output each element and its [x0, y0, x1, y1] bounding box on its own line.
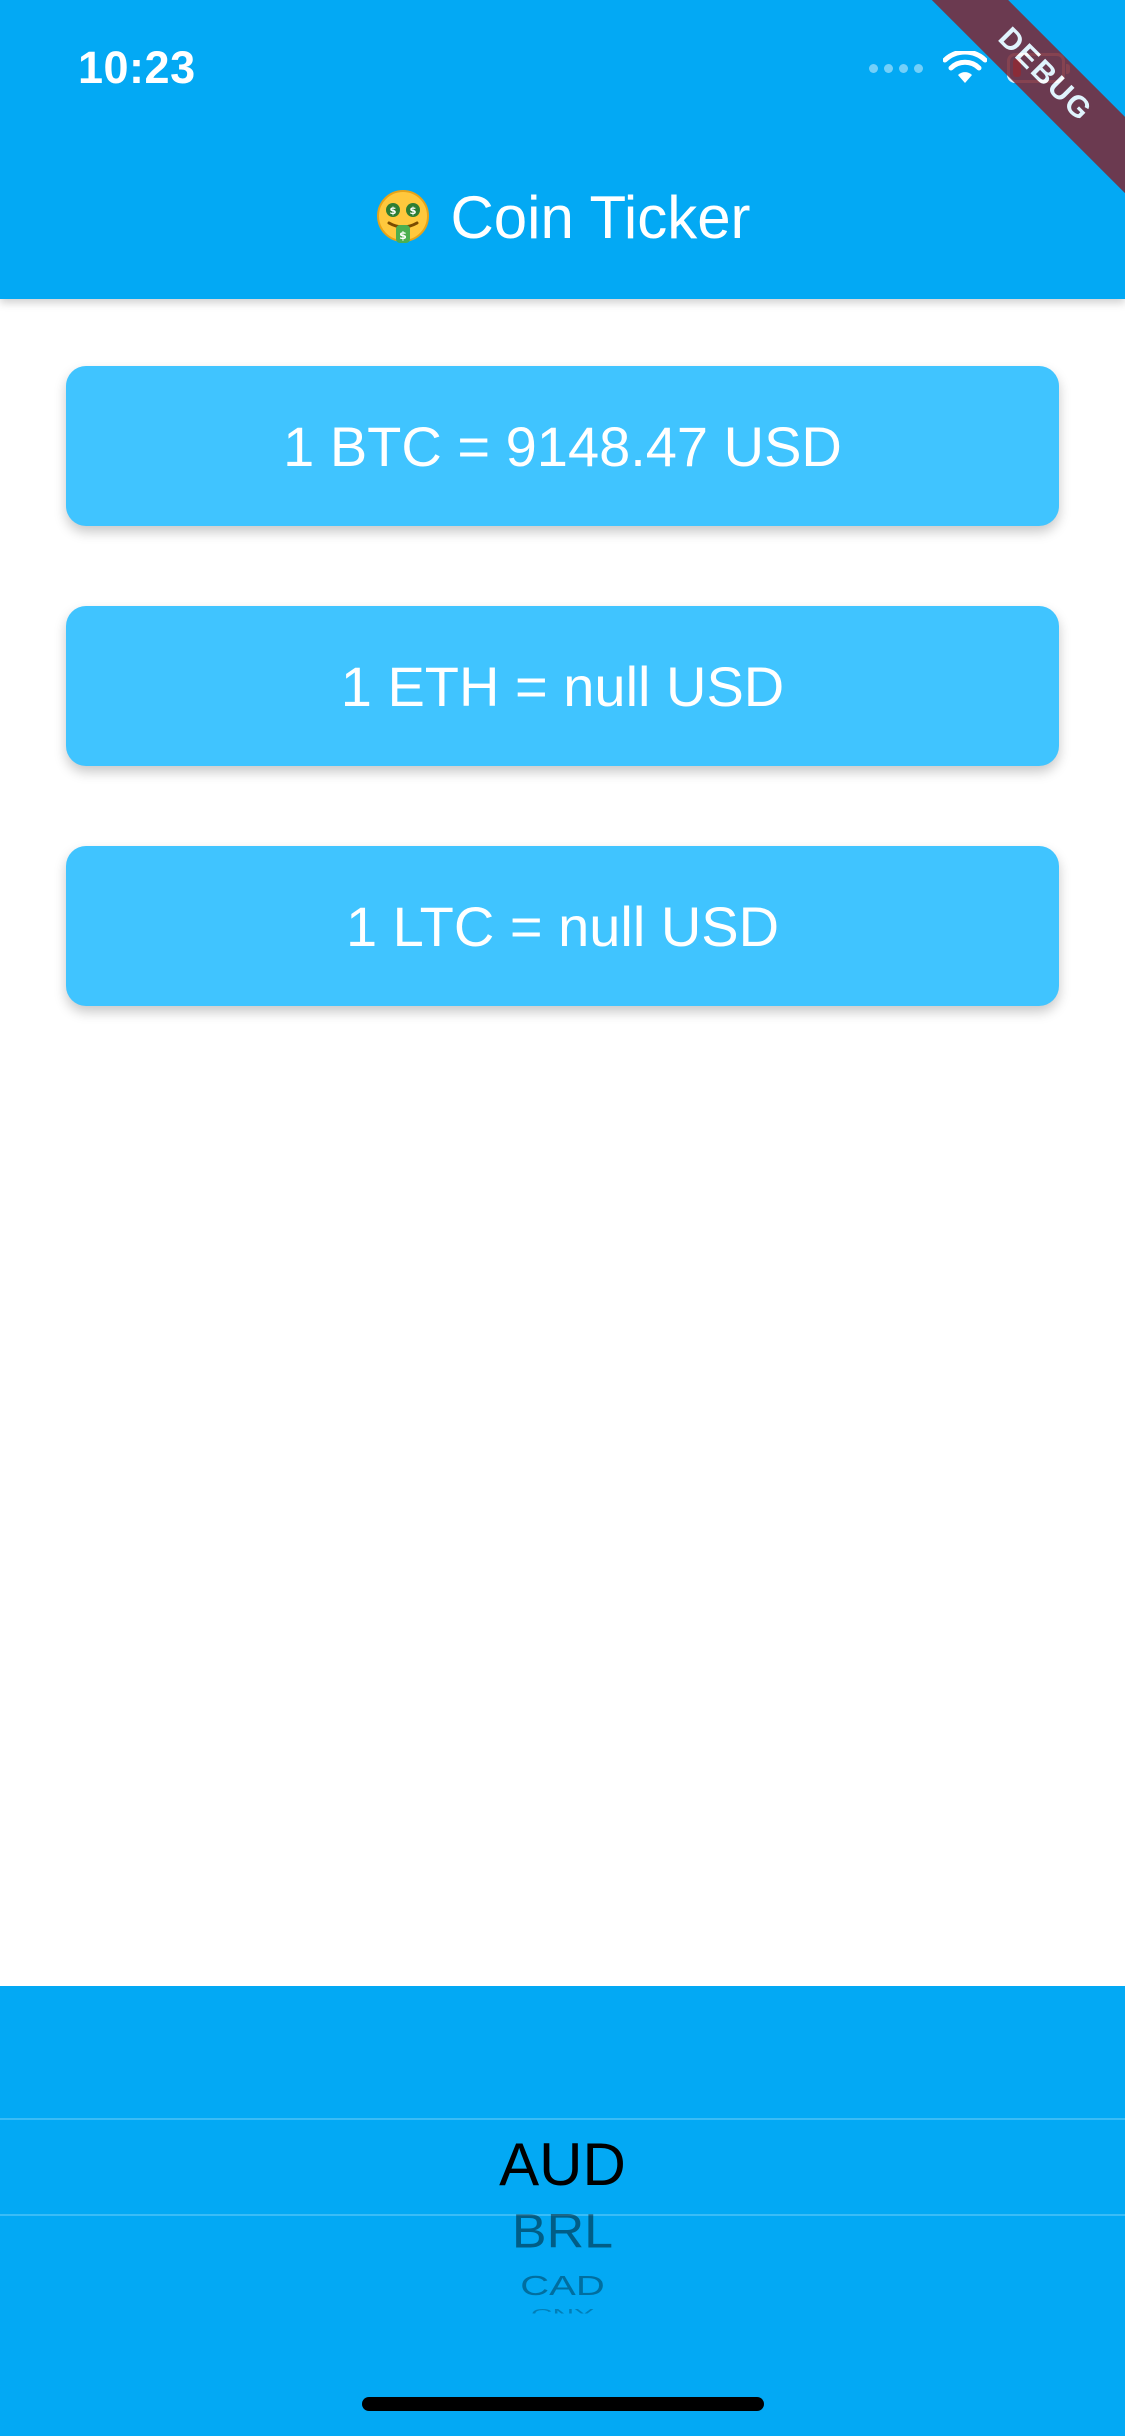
- app-title: Coin Ticker: [450, 184, 751, 251]
- wifi-icon: [943, 51, 987, 83]
- currency-picker[interactable]: AUD BRL CAD CNY: [0, 1986, 1125, 2436]
- battery-icon: [1007, 53, 1070, 83]
- svg-text:$: $: [400, 229, 408, 242]
- picker-top-divider: [0, 2118, 1125, 2120]
- status-icons: [869, 48, 1070, 88]
- page-title-row: $ $ $ Coin Ticker: [0, 178, 1125, 258]
- svg-text:$: $: [410, 206, 417, 217]
- svg-text:$: $: [390, 206, 397, 217]
- status-time: 10:23: [78, 42, 196, 93]
- rate-card-eth: 1 ETH = null USD: [66, 606, 1059, 766]
- picker-item[interactable]: BRL: [0, 2204, 1125, 2259]
- rate-card-btc: 1 BTC = 9148.47 USD: [66, 366, 1059, 526]
- signal-dots-icon: [869, 63, 923, 73]
- home-indicator[interactable]: [362, 2397, 764, 2411]
- rate-card-list: 1 BTC = 9148.47 USD 1 ETH = null USD 1 L…: [66, 366, 1059, 1086]
- picker-item[interactable]: CAD: [0, 2272, 1125, 2300]
- app-bar: 10:23 $ $ $ Coin Ticker: [0, 0, 1125, 299]
- rate-card-ltc: 1 LTC = null USD: [66, 846, 1059, 1006]
- picker-item[interactable]: CNY: [0, 2309, 1125, 2314]
- picker-item-selected[interactable]: AUD: [0, 2125, 1125, 2205]
- money-mouth-face-icon: $ $ $: [377, 190, 430, 243]
